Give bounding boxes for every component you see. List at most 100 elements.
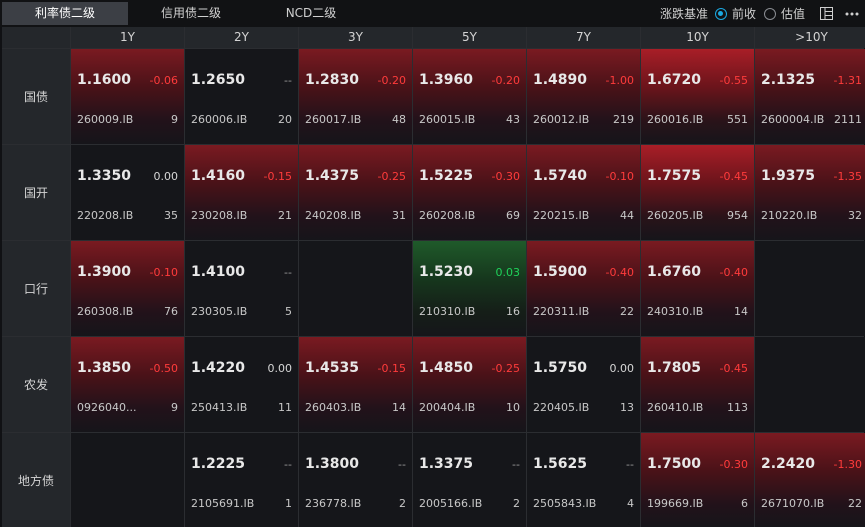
bond-code: 260009.IB bbox=[77, 113, 134, 126]
quote-cell[interactable]: 1.5625 -- 2505843.IB 4 bbox=[527, 433, 640, 527]
row-label: 口行 bbox=[2, 241, 70, 336]
quote-cell[interactable]: 1.3800 -- 236778.IB 2 bbox=[299, 433, 412, 527]
quote-cell[interactable]: 1.3960 -0.20 260015.IB 43 bbox=[413, 49, 526, 144]
column-header: 3Y bbox=[299, 27, 412, 48]
quote-cell[interactable]: 1.5750 0.00 220405.IB 13 bbox=[527, 337, 640, 432]
quote-cell[interactable]: 1.4100 -- 230305.IB 5 bbox=[185, 241, 298, 336]
bond-code: 220215.IB bbox=[533, 209, 590, 222]
more-icon[interactable] bbox=[844, 6, 860, 22]
quote-change: -1.31 bbox=[833, 74, 862, 87]
quote-price: 1.3375 bbox=[419, 456, 474, 472]
radio-prev-close-label: 前收 bbox=[731, 7, 756, 21]
header-corner bbox=[2, 27, 70, 48]
trade-count: 4 bbox=[627, 497, 634, 510]
trade-count: 22 bbox=[620, 305, 634, 318]
quote-price: 1.2225 bbox=[191, 456, 246, 472]
quote-change: -- bbox=[626, 458, 634, 471]
quote-cell bbox=[71, 433, 184, 527]
bond-code: 220208.IB bbox=[77, 209, 134, 222]
quote-price: 1.3800 bbox=[305, 456, 360, 472]
trade-count: 32 bbox=[848, 209, 862, 222]
quote-cell[interactable]: 1.3850 -0.50 0926040... 9 bbox=[71, 337, 184, 432]
quote-cell[interactable]: 2.1325 -1.31 2600004.IB 2111 bbox=[755, 49, 865, 144]
quote-cell[interactable]: 1.4220 0.00 250413.IB 11 bbox=[185, 337, 298, 432]
quote-price: 1.4535 bbox=[305, 360, 360, 376]
quote-price: 1.2650 bbox=[191, 72, 246, 88]
quote-price: 1.2830 bbox=[305, 72, 360, 88]
quote-change: -0.45 bbox=[719, 170, 748, 183]
bond-code: 260006.IB bbox=[191, 113, 248, 126]
bond-code: 210220.IB bbox=[761, 209, 818, 222]
layout-icon[interactable] bbox=[818, 6, 834, 22]
quote-cell[interactable]: 1.3900 -0.10 260308.IB 76 bbox=[71, 241, 184, 336]
radio-valuation[interactable]: 估值 bbox=[763, 5, 805, 22]
quote-cell[interactable]: 1.7500 -0.30 199669.IB 6 bbox=[641, 433, 754, 527]
quote-price: 1.3900 bbox=[77, 264, 132, 280]
quote-cell[interactable]: 1.1600 -0.06 260009.IB 9 bbox=[71, 49, 184, 144]
column-header: 2Y bbox=[185, 27, 298, 48]
quote-cell[interactable]: 1.3350 0.00 220208.IB 35 bbox=[71, 145, 184, 240]
quote-cell[interactable]: 1.7805 -0.45 260410.IB 113 bbox=[641, 337, 754, 432]
bond-code: 230305.IB bbox=[191, 305, 248, 318]
tab-ncd[interactable]: NCD二级 bbox=[254, 2, 368, 25]
bond-code: 2505843.IB bbox=[533, 497, 597, 510]
quote-cell[interactable]: 1.5740 -0.10 220215.IB 44 bbox=[527, 145, 640, 240]
quote-change: -0.15 bbox=[263, 170, 292, 183]
bond-code: 260205.IB bbox=[647, 209, 704, 222]
bond-code: 2005166.IB bbox=[419, 497, 483, 510]
quote-cell[interactable]: 1.5225 -0.30 260208.IB 69 bbox=[413, 145, 526, 240]
quote-cell[interactable]: 2.2420 -1.30 2671070.IB 22 bbox=[755, 433, 865, 527]
quote-cell[interactable]: 1.4890 -1.00 260012.IB 219 bbox=[527, 49, 640, 144]
bond-code: 220405.IB bbox=[533, 401, 590, 414]
bond-code: 200404.IB bbox=[419, 401, 476, 414]
quote-price: 1.3960 bbox=[419, 72, 474, 88]
trade-count: 6 bbox=[741, 497, 748, 510]
trade-count: 11 bbox=[278, 401, 292, 414]
row-label: 地方债 bbox=[2, 433, 70, 527]
quote-change: -0.25 bbox=[377, 170, 406, 183]
trade-count: 10 bbox=[506, 401, 520, 414]
quote-cell[interactable]: 1.2225 -- 2105691.IB 1 bbox=[185, 433, 298, 527]
column-header: >10Y bbox=[755, 27, 865, 48]
bond-code: 240310.IB bbox=[647, 305, 704, 318]
column-header: 1Y bbox=[71, 27, 184, 48]
bond-code: 236778.IB bbox=[305, 497, 362, 510]
quote-cell[interactable]: 1.7575 -0.45 260205.IB 954 bbox=[641, 145, 754, 240]
row-label: 农发 bbox=[2, 337, 70, 432]
radio-prev-close[interactable]: 前收 bbox=[714, 5, 756, 22]
quote-cell[interactable]: 1.6720 -0.55 260016.IB 551 bbox=[641, 49, 754, 144]
quote-cell[interactable]: 1.4375 -0.25 240208.IB 31 bbox=[299, 145, 412, 240]
quote-price: 1.6760 bbox=[647, 264, 702, 280]
quote-price: 1.4220 bbox=[191, 360, 246, 376]
top-toolbar: 利率债二级 信用债二级 NCD二级 涨跌基准 前收 估值 bbox=[0, 0, 865, 27]
quote-cell bbox=[755, 241, 865, 336]
quote-cell[interactable]: 1.3375 -- 2005166.IB 2 bbox=[413, 433, 526, 527]
quote-price: 1.5740 bbox=[533, 168, 588, 184]
trade-count: 14 bbox=[392, 401, 406, 414]
trade-count: 954 bbox=[727, 209, 748, 222]
tab-credit-bonds[interactable]: 信用债二级 bbox=[128, 2, 254, 25]
quote-change: -0.20 bbox=[377, 74, 406, 87]
quote-cell[interactable]: 1.6760 -0.40 240310.IB 14 bbox=[641, 241, 754, 336]
bond-code: 260410.IB bbox=[647, 401, 704, 414]
trade-count: 44 bbox=[620, 209, 634, 222]
quote-cell[interactable]: 1.4160 -0.15 230208.IB 21 bbox=[185, 145, 298, 240]
bond-code: 260017.IB bbox=[305, 113, 362, 126]
quote-change: -1.00 bbox=[605, 74, 634, 87]
quote-cell[interactable]: 1.4850 -0.25 200404.IB 10 bbox=[413, 337, 526, 432]
quote-change: -0.45 bbox=[719, 362, 748, 375]
quote-cell[interactable]: 1.9375 -1.35 210220.IB 32 bbox=[755, 145, 865, 240]
quote-cell[interactable]: 1.5900 -0.40 220311.IB 22 bbox=[527, 241, 640, 336]
quote-cell[interactable]: 1.2830 -0.20 260017.IB 48 bbox=[299, 49, 412, 144]
row-label: 国开 bbox=[2, 145, 70, 240]
quote-cell[interactable]: 1.2650 -- 260006.IB 20 bbox=[185, 49, 298, 144]
quote-change: -0.06 bbox=[149, 74, 178, 87]
trade-count: 1 bbox=[285, 497, 292, 510]
quote-change: -- bbox=[284, 74, 292, 87]
tab-rate-bonds[interactable]: 利率债二级 bbox=[2, 2, 128, 25]
quote-cell[interactable]: 1.4535 -0.15 260403.IB 14 bbox=[299, 337, 412, 432]
quote-change: -0.55 bbox=[719, 74, 748, 87]
basis-label: 涨跌基准 bbox=[659, 7, 708, 21]
quote-cell[interactable]: 1.5230 0.03 210310.IB 16 bbox=[413, 241, 526, 336]
quote-change: -0.10 bbox=[149, 266, 178, 279]
